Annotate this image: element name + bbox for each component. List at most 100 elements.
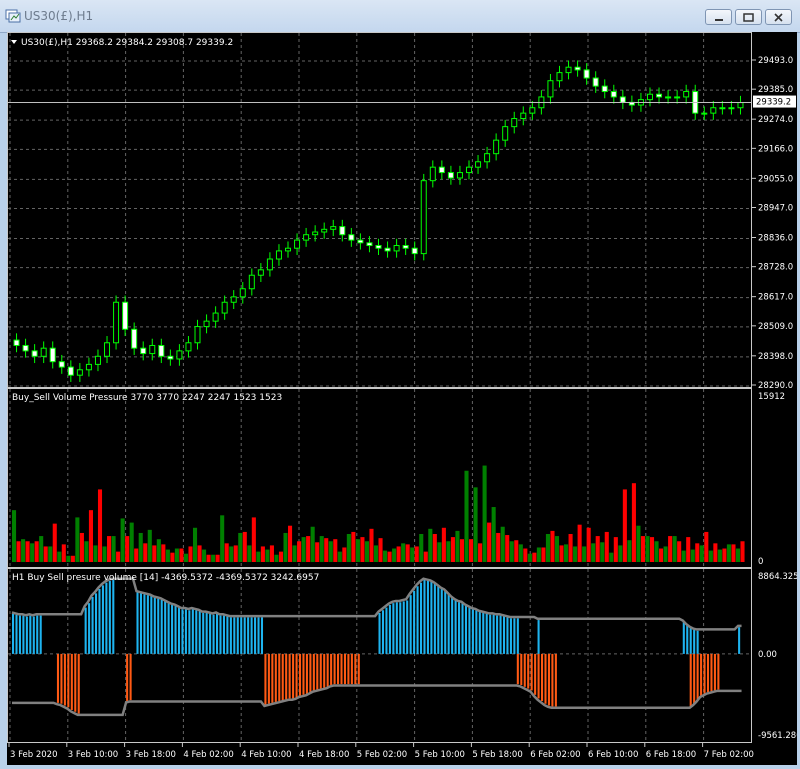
buy-pressure-bar (143, 594, 146, 654)
volume-chart[interactable]: Buy_Sell Volume Pressure 3770 3770 2247 … (8, 389, 751, 567)
sell-volume-bar (468, 539, 474, 562)
buy-pressure-bar (112, 580, 115, 654)
volume-pane[interactable]: Buy_Sell Volume Pressure 3770 3770 2247 … (7, 388, 752, 568)
buy-pressure-bar (509, 618, 512, 654)
buy-volume-bar (663, 546, 668, 562)
buy-volume-bar (202, 549, 207, 562)
price-pane[interactable]: US30(£),H1 29368.2 29384.2 29308.7 29339… (7, 32, 752, 388)
candle-body (511, 118, 518, 128)
sell-volume-bar (251, 517, 256, 562)
time-tick-label: 4 Feb 02:00 (183, 750, 233, 760)
buy-volume-bar (600, 542, 605, 562)
close-button[interactable] (765, 9, 792, 25)
sell-pressure-bar (312, 653, 315, 691)
buy-volume-bar (12, 510, 17, 562)
time-axis: 3 Feb 2020 3 Feb 10:00 3 Feb 18:00 4 Feb 02… (8, 743, 754, 760)
pressure-chart[interactable]: H1 Buy Sell presure volume [14] -4369.53… (8, 569, 751, 742)
dropdown-arrow-icon (11, 40, 17, 44)
candle-body (230, 296, 237, 303)
sell-volume-bar (107, 536, 112, 562)
candle-body (547, 80, 554, 98)
buy-volume-bar (482, 465, 487, 562)
buy-pressure-bar (91, 596, 94, 654)
buy-pressure-bar (212, 614, 215, 654)
sell-volume-bar (378, 538, 383, 562)
sell-pressure-bar (264, 653, 267, 705)
buy-volume-bar (554, 536, 560, 562)
sell-pressure-bar (126, 653, 129, 702)
time-tick-label: 6 Feb 02:00 (530, 750, 580, 760)
price-axis: 29493.0 29385.0 29274.0 29166.0 29055.0 28947… (752, 56, 796, 388)
buy-pressure-bar (451, 597, 454, 654)
buy-pressure-bar (447, 594, 450, 654)
buy-volume-bar (437, 542, 442, 562)
buy-pressure-bar (423, 580, 426, 654)
candle-body (719, 107, 726, 110)
time-tick-label: 3 Feb 10:00 (68, 750, 118, 760)
buy-volume-bar (473, 487, 478, 562)
time-tick-label: 4 Feb 18:00 (299, 750, 349, 760)
sell-pressure-bar (544, 653, 547, 704)
buy-volume-bar (681, 550, 686, 562)
buy-pressure-bar (164, 601, 167, 654)
candle-body (13, 339, 20, 346)
pressure-pane[interactable]: H1 Buy Sell presure volume [14] -4369.53… (7, 568, 752, 743)
sell-volume-bar (351, 531, 356, 562)
time-tick-label: 3 Feb 18:00 (126, 750, 176, 760)
candle-body (312, 231, 319, 236)
sell-pressure-bar (285, 653, 288, 700)
sell-pressure-bar (330, 653, 333, 686)
pressure-zero-label: 0.00 (758, 650, 777, 660)
window-titlebar: US30(£),H1 (0, 0, 800, 33)
buy-pressure-bar (39, 615, 42, 654)
price-chart[interactable]: US30(£),H1 29368.2 29384.2 29308.7 29339… (8, 33, 751, 387)
maximize-button[interactable] (735, 9, 762, 25)
candle-body (375, 245, 382, 249)
sell-volume-bar (731, 544, 736, 562)
buy-pressure-bar (395, 602, 398, 654)
buy-pressure-bar (682, 621, 685, 654)
sell-volume-bar (414, 546, 419, 562)
buy-volume-bar (536, 547, 541, 562)
sell-pressure-bar (323, 653, 326, 688)
sell-volume-bar (179, 548, 184, 562)
buy-volume-bar (383, 550, 388, 562)
buy-pressure-bar (219, 615, 222, 654)
candle-body (402, 245, 409, 249)
chart-area[interactable]: US30(£),H1 29368.2 29384.2 29308.7 29339… (7, 32, 797, 765)
minimize-button[interactable] (705, 9, 732, 25)
sell-volume-bar (604, 531, 609, 562)
buy-pressure-bar (696, 630, 699, 654)
buy-volume-bar (165, 549, 170, 562)
sell-pressure-bar (547, 653, 550, 706)
sell-volume-bar (523, 548, 528, 562)
minimize-icon (715, 19, 723, 21)
sell-volume-bar (306, 536, 311, 562)
sell-pressure-bar (541, 653, 544, 702)
sell-volume-bar (432, 534, 437, 562)
volume-max-label: 15912 (758, 392, 785, 402)
buy-pressure-bar (177, 607, 181, 654)
sell-pressure-bar (271, 653, 274, 703)
sell-pressure-bar (278, 653, 281, 702)
sell-volume-bar (143, 543, 148, 562)
sell-pressure-bar (350, 653, 353, 685)
pressure-max-label: 8864.3251 (758, 572, 797, 582)
buy-volume-bar (102, 546, 107, 562)
candle-body (601, 85, 608, 93)
sell-volume-bar (532, 552, 537, 562)
candle-body (94, 355, 101, 365)
sell-pressure-bar (316, 653, 319, 690)
sell-volume-bar (613, 537, 618, 562)
time-tick-label: 5 Feb 10:00 (415, 750, 465, 760)
buy-pressure-bar (413, 590, 416, 654)
buy-pressure-bar (402, 601, 405, 654)
candle-body (366, 242, 373, 247)
sell-volume-bar (197, 545, 202, 562)
buy-volume-bar (627, 540, 632, 562)
buy-volume-bar (717, 549, 722, 562)
buy-pressure-bar (506, 617, 509, 654)
candle-body (357, 239, 364, 244)
buy-pressure-bar (444, 590, 447, 654)
buy-volume-bar (645, 536, 650, 562)
